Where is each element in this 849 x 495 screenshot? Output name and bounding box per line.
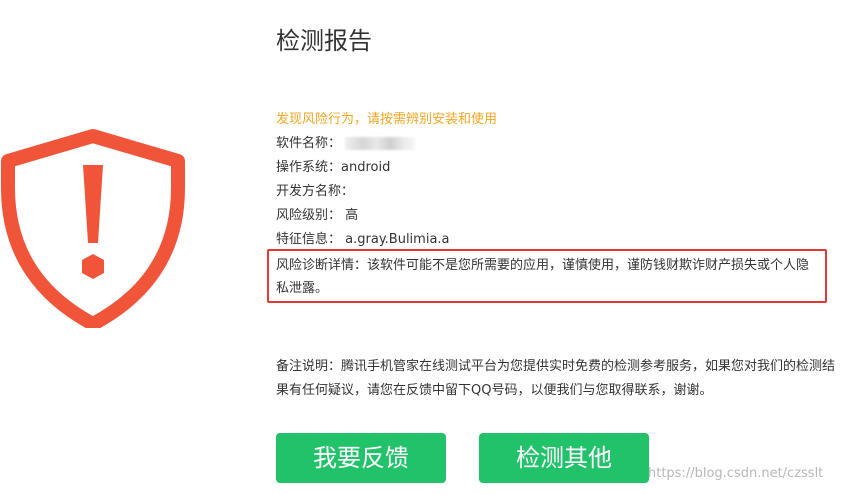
shield-alert-icon [1,129,185,328]
software-name-label: 软件名称： [276,136,342,151]
risk-level-label: 风险级别： [276,208,342,223]
detect-other-button[interactable]: 检测其他 [479,433,649,483]
software-name-row: 软件名称： [276,134,416,154]
signature-label: 特征信息： [276,232,342,247]
signature-row: 特征信息： a.gray.Bulimia.a [276,230,450,250]
signature-value: a.gray.Bulimia.a [345,232,450,247]
os-label: 操作系统： [276,160,342,175]
developer-label: 开发方名称： [276,184,355,199]
os-row: 操作系统：android [276,158,390,178]
risk-level-row: 风险级别： 高 [276,206,358,226]
software-name-blurred-value [345,137,416,150]
note-text: 备注说明：腾讯手机管家在线测试平台为您提供实时免费的检测参考服务，如果您对我们的… [276,359,836,398]
feedback-button[interactable]: 我要反馈 [276,433,446,483]
os-value: android [341,160,391,175]
risk-detail-text: 风险诊断详情：该软件可能不是您所需要的应用，谨慎使用，谨防钱财欺诈财产损失或个人… [276,258,810,296]
risk-level-value: 高 [345,208,359,223]
page-title: 检测报告 [276,27,372,55]
watermark: https://blog.csdn.net/czsslt [648,466,824,481]
developer-row: 开发方名称： [276,182,354,202]
risk-warning: 发现风险行为，请按需辨别安装和使用 [276,112,498,127]
